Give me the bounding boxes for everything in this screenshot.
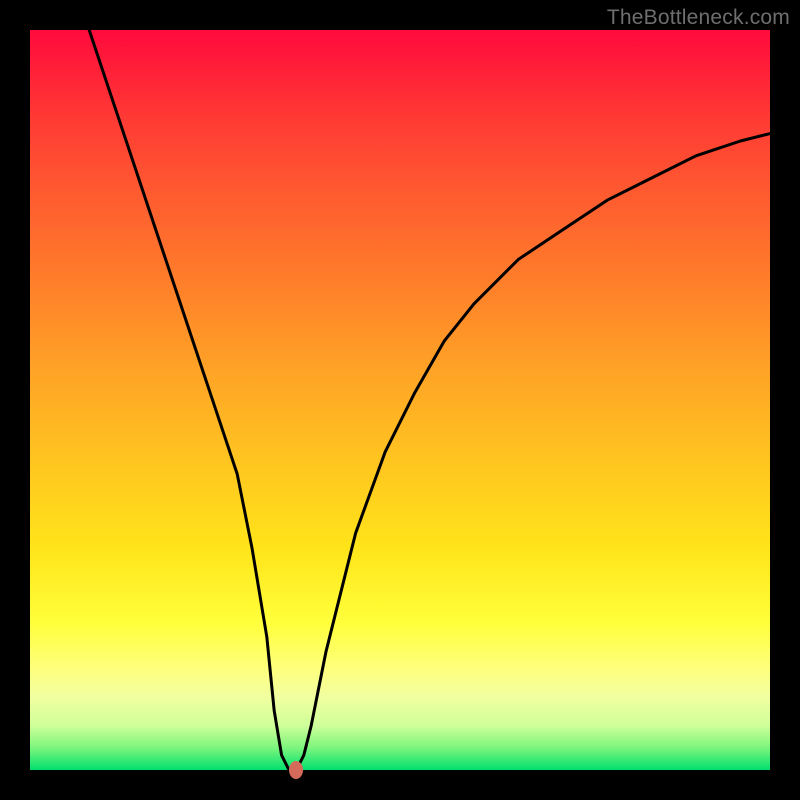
- optimal-point-marker: [289, 761, 303, 779]
- watermark-text: TheBottleneck.com: [607, 6, 790, 30]
- chart-frame: TheBottleneck.com: [0, 0, 800, 800]
- plot-area: [30, 30, 770, 770]
- bottleneck-curve: [30, 30, 770, 770]
